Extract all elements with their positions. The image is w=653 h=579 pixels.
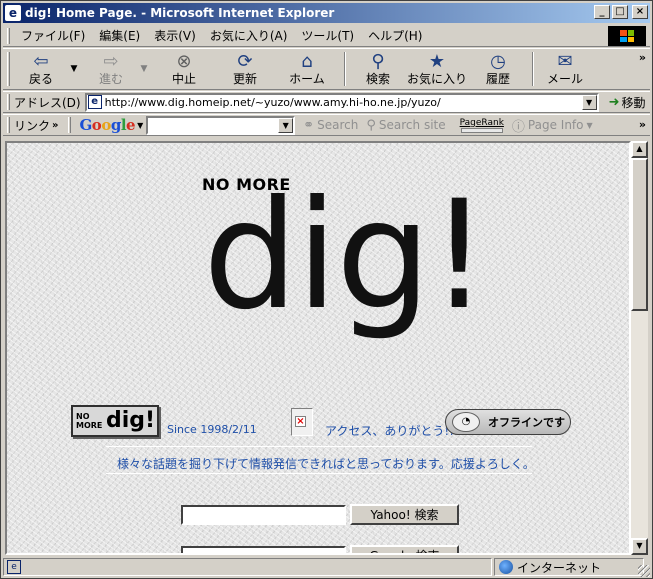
google-menu-dropdown-icon[interactable]: ▼	[137, 121, 143, 130]
menu-help[interactable]: ヘルプ(H)	[361, 27, 429, 45]
mail-icon: ✉	[557, 51, 573, 72]
page-info-dropdown-icon: ▼	[586, 120, 593, 130]
since-date-text: Since 1998/2/11	[167, 423, 257, 436]
close-button[interactable]: ×	[632, 5, 648, 19]
title-bar: e dig! Home Page. - Microsoft Internet E…	[3, 3, 650, 23]
offline-status-badge[interactable]: ◔ オフラインです	[445, 409, 571, 435]
google-page-search-button[interactable]: Google 検索	[350, 545, 459, 553]
menu-edit[interactable]: 編集(E)	[92, 27, 147, 45]
site-message: 様々な話題を掘り下げて情報発信できればと思っております。応援よろしく。	[117, 457, 535, 471]
security-zone-pane[interactable]: インターネット	[494, 558, 644, 576]
google-logo[interactable]: Google	[79, 116, 135, 134]
address-field[interactable]: e ▼	[84, 92, 599, 112]
thanks-text: アクセス、ありがとう!!	[325, 424, 455, 438]
nomore-dig-banner[interactable]: NO MORE dig!	[71, 405, 159, 437]
forward-dropdown-arrow-icon[interactable]: ▼	[138, 64, 150, 74]
back-button[interactable]: ⇦ 戻る	[14, 49, 68, 89]
toolbar-grip[interactable]	[7, 94, 10, 110]
scroll-down-arrow-icon[interactable]: ▼	[631, 538, 648, 555]
stop-icon: ⊗	[176, 51, 192, 72]
home-icon: ⌂	[301, 51, 313, 72]
binoculars-icon: ⚭	[303, 117, 315, 133]
toolbar-separator	[344, 52, 346, 86]
scroll-thumb[interactable]	[631, 158, 648, 311]
search-icon: ⚲	[371, 51, 385, 72]
refresh-icon: ⟳	[237, 51, 253, 72]
links-chevron[interactable]: »	[52, 120, 58, 131]
page-icon: e	[87, 95, 102, 109]
google-search-field[interactable]: ▼	[146, 115, 296, 135]
pagerank-bar	[460, 127, 503, 133]
standard-toolbar: ⇦ 戻る ▼ ⇨ 進む ▼ ⊗ 中止 ⟳ 更新 ⌂ ホーム ⚲ 検索 ★ お気に…	[3, 48, 650, 90]
status-bar: e インターネット	[3, 557, 650, 577]
mail-button[interactable]: ✉ メール	[540, 49, 590, 89]
window-title: dig! Home Page. - Microsoft Internet Exp…	[25, 6, 335, 20]
links-label[interactable]: リンク	[14, 117, 50, 134]
google-search-form: Google 検索	[181, 545, 459, 553]
ie-logo-icon[interactable]: e	[5, 5, 21, 21]
minimize-button[interactable]: _	[594, 5, 610, 19]
favorites-folder-icon: ★	[428, 51, 446, 72]
info-icon: ⓘ	[511, 119, 525, 135]
maximize-button[interactable]: □	[612, 5, 628, 19]
toolbar-grip[interactable]	[7, 52, 10, 86]
links-toolbar: リンク » Google ▼ ▼ ⚭ Search ⚲ Search site …	[3, 114, 650, 136]
go-button[interactable]: ➜ 移動	[609, 94, 646, 111]
toolbar-separator	[532, 52, 534, 86]
back-dropdown-arrow-icon[interactable]: ▼	[68, 64, 80, 74]
menu-view[interactable]: 表示(V)	[147, 27, 203, 45]
broken-image-icon: ×	[295, 416, 306, 427]
history-button[interactable]: ◷ 履歴	[470, 49, 526, 89]
dig-logo: dig!	[203, 169, 489, 343]
status-text-pane: e	[3, 558, 492, 576]
browser-window: e dig! Home Page. - Microsoft Internet E…	[0, 0, 653, 579]
home-button[interactable]: ⌂ ホーム	[276, 49, 338, 89]
links-toolbar-more-chevron[interactable]: »	[639, 118, 646, 131]
pagerank-indicator[interactable]: PageRank	[460, 118, 504, 133]
favorites-button[interactable]: ★ お気に入り	[404, 49, 470, 89]
scroll-up-arrow-icon[interactable]: ▲	[631, 141, 648, 158]
menu-tools[interactable]: ツール(T)	[294, 27, 361, 45]
search-site-icon: ⚲	[366, 117, 376, 133]
page-content: NO MORE dig! NO MORE dig! Since 1998/2/1…	[5, 141, 631, 555]
broken-image-placeholder: ×	[291, 408, 313, 436]
yahoo-search-input[interactable]	[181, 504, 346, 525]
toolbar-more-chevron[interactable]: »	[639, 51, 646, 64]
vertical-scrollbar[interactable]: ▲ ▼	[631, 141, 648, 555]
google-search-button[interactable]: ⚭ Search	[303, 118, 358, 133]
menu-file[interactable]: ファイル(F)	[14, 27, 92, 45]
back-arrow-icon: ⇦	[33, 51, 49, 72]
go-arrow-icon: ➜	[608, 94, 620, 110]
forward-arrow-icon: ⇨	[103, 51, 119, 72]
divider	[106, 473, 532, 474]
menu-bar: ファイル(F) 編集(E) 表示(V) お気に入り(A) ツール(T) ヘルプ(…	[3, 25, 650, 47]
toolbar-grip[interactable]	[68, 117, 72, 133]
windows-logo-icon	[608, 26, 646, 46]
toolbar-grip[interactable]	[7, 27, 10, 44]
google-search-input[interactable]	[148, 118, 279, 133]
address-dropdown-arrow-icon[interactable]: ▼	[581, 94, 597, 110]
address-label: アドレス(D)	[14, 95, 81, 110]
stop-button[interactable]: ⊗ 中止	[154, 49, 214, 89]
address-input[interactable]	[104, 95, 575, 109]
yahoo-search-button[interactable]: Yahoo! 検索	[350, 504, 459, 525]
yahoo-search-form: Yahoo! 検索	[181, 504, 459, 525]
address-bar: アドレス(D) e ▼ ➜ 移動	[3, 91, 650, 113]
menu-favorites[interactable]: お気に入り(A)	[203, 27, 295, 45]
toolbar-grip[interactable]	[7, 117, 10, 133]
page-status-icon: e	[7, 560, 21, 574]
internet-globe-icon	[499, 560, 513, 574]
forward-button[interactable]: ⇨ 進む	[84, 49, 138, 89]
offline-icon: ◔	[452, 412, 480, 432]
google-page-search-input[interactable]	[181, 545, 346, 553]
resize-grip[interactable]	[638, 565, 650, 577]
divider	[106, 446, 532, 447]
history-icon: ◷	[490, 51, 506, 72]
google-search-dropdown-arrow-icon[interactable]: ▼	[278, 117, 294, 133]
google-search-site-button[interactable]: ⚲ Search site	[366, 118, 445, 133]
page-info-button[interactable]: ⓘ Page Info ▼	[512, 116, 593, 135]
search-button[interactable]: ⚲ 検索	[352, 49, 404, 89]
refresh-button[interactable]: ⟳ 更新	[214, 49, 276, 89]
